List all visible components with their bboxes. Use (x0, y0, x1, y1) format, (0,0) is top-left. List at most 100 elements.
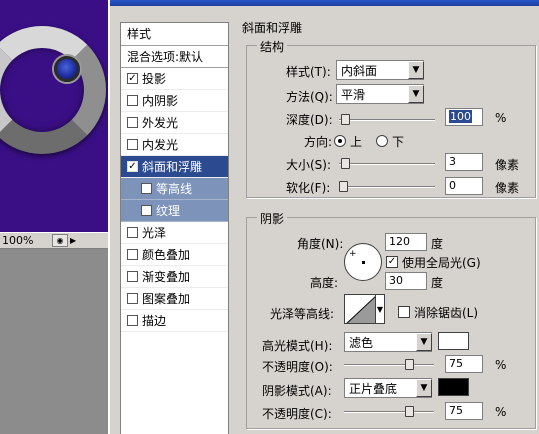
depth-slider-thumb[interactable] (341, 114, 350, 125)
size-input[interactable]: 3 (445, 153, 483, 171)
shadow-opacity-slider[interactable] (344, 406, 434, 417)
style-item-label: 内阴影 (142, 93, 179, 108)
style-label: 样式(T): (286, 65, 331, 79)
anti-aliased-checkbox[interactable] (398, 306, 410, 318)
linear-contour-icon (346, 296, 375, 323)
status-menu-arrow-icon[interactable]: ▶ (70, 236, 76, 245)
global-light-label[interactable]: 使用全局光(G) (402, 254, 481, 271)
soften-slider-thumb[interactable] (339, 181, 348, 192)
style-item-label: 纹理 (156, 203, 181, 218)
contour-menu-arrow-icon[interactable]: ▼ (375, 294, 385, 324)
style-list-item[interactable]: 描边 (121, 310, 228, 332)
shading-group: 阴影 角度(N): + 120 度 ✓ 使用全局光(G) 高度: 30 度 光泽… (246, 210, 536, 429)
size-slider[interactable] (339, 158, 435, 169)
highlight-mode-select[interactable]: 滤色 ▼ (344, 332, 432, 352)
style-list-item[interactable]: 内阴影 (121, 90, 228, 112)
angle-unit: 度 (431, 237, 444, 251)
style-list-item[interactable]: 外发光 (121, 112, 228, 134)
style-item-checkbox[interactable] (141, 183, 152, 194)
zoom-level[interactable]: 100% (0, 234, 48, 247)
style-item-label: 斜面和浮雕 (142, 159, 203, 174)
highlight-opacity-slider[interactable] (344, 359, 434, 370)
chevron-down-icon[interactable]: ▼ (408, 61, 424, 79)
shadow-mode-label: 阴影模式(A): (262, 384, 332, 398)
style-list: 样式 混合选项:默认 ✓ 投影内阴影外发光内发光 ✓ 斜面和浮雕等高线纹理光泽颜色叠加… (120, 22, 229, 434)
size-label: 大小(S): (286, 158, 332, 172)
angle-label: 角度(N): (297, 237, 344, 251)
style-list-item[interactable]: ✓ 斜面和浮雕 (121, 156, 228, 178)
gloss-contour-preview[interactable] (344, 294, 376, 324)
highlight-opacity-input[interactable]: 75 (445, 355, 483, 373)
highlight-opacity-label: 不透明度(O): (262, 360, 333, 374)
style-item-label: 图案叠加 (142, 291, 191, 306)
direction-down-radio[interactable] (376, 135, 388, 147)
document-canvas[interactable] (0, 0, 110, 232)
shadow-opacity-thumb[interactable] (405, 406, 414, 417)
style-list-item[interactable]: 颜色叠加 (121, 244, 228, 266)
shadow-opacity-label: 不透明度(C): (262, 407, 332, 421)
global-light-checkbox[interactable]: ✓ (386, 256, 398, 268)
style-list-item[interactable]: 光泽 (121, 222, 228, 244)
shadow-mode-select[interactable]: 正片叠底 ▼ (344, 378, 432, 398)
style-item-label: 等高线 (156, 181, 193, 196)
style-list-item[interactable]: ✓ 投影 (121, 68, 228, 90)
depth-slider[interactable] (339, 114, 435, 125)
depth-label: 深度(D): (286, 113, 333, 127)
angle-input[interactable]: 120 (385, 233, 427, 251)
shadow-opacity-input[interactable]: 75 (445, 402, 483, 420)
style-item-checkbox[interactable] (127, 227, 138, 238)
direction-up-label[interactable]: 上 (350, 133, 362, 150)
style-list-item[interactable]: 图案叠加 (121, 288, 228, 310)
technique-select-value: 平滑 (341, 87, 366, 102)
style-item-label: 颜色叠加 (142, 247, 191, 262)
crosshair-icon: + (349, 249, 357, 259)
shadow-color-swatch[interactable] (438, 378, 469, 396)
style-item-checkbox[interactable]: ✓ (127, 73, 138, 84)
document-status-bar: 100% ◉ ▶ (0, 232, 110, 249)
style-list-item[interactable]: 渐变叠加 (121, 266, 228, 288)
style-list-item[interactable]: 等高线 (121, 178, 228, 200)
style-item-checkbox[interactable] (127, 95, 138, 106)
depth-input[interactable]: 100 (445, 108, 483, 126)
style-item-checkbox[interactable] (127, 271, 138, 282)
soften-slider[interactable] (339, 181, 435, 192)
style-list-item[interactable]: 纹理 (121, 200, 228, 222)
style-item-checkbox[interactable] (127, 293, 138, 304)
altitude-label: 高度: (310, 276, 339, 290)
soften-input[interactable]: 0 (445, 177, 483, 195)
structure-legend: 结构 (257, 38, 288, 55)
style-item-label: 投影 (142, 71, 167, 86)
technique-select[interactable]: 平滑 ▼ (336, 84, 424, 104)
style-item-checkbox[interactable] (127, 139, 138, 150)
shading-legend: 阴影 (257, 210, 288, 227)
chevron-down-icon[interactable]: ▼ (416, 333, 432, 351)
status-info-icon[interactable]: ◉ (52, 234, 68, 247)
direction-up-radio[interactable] (334, 135, 346, 147)
size-slider-thumb[interactable] (341, 158, 350, 169)
anti-aliased-label[interactable]: 消除锯齿(L) (414, 304, 478, 321)
chevron-down-icon[interactable]: ▼ (416, 379, 432, 397)
style-list-header[interactable]: 样式 (121, 23, 228, 46)
technique-label: 方法(Q): (286, 90, 333, 104)
shadow-mode-value: 正片叠底 (349, 381, 398, 396)
style-list-item[interactable]: 内发光 (121, 134, 228, 156)
style-item-checkbox[interactable] (141, 205, 152, 216)
highlight-color-swatch[interactable] (438, 332, 469, 350)
highlight-opacity-unit: % (495, 358, 507, 372)
blend-options-item[interactable]: 混合选项:默认 (121, 46, 228, 68)
style-select-value: 内斜面 (341, 63, 378, 78)
style-item-checkbox[interactable]: ✓ (127, 161, 138, 172)
angle-dial[interactable]: + (344, 243, 382, 281)
style-select[interactable]: 内斜面 ▼ (336, 60, 424, 80)
style-item-checkbox[interactable] (127, 315, 138, 326)
altitude-input[interactable]: 30 (385, 272, 427, 290)
style-item-checkbox[interactable] (127, 117, 138, 128)
style-item-checkbox[interactable] (127, 249, 138, 260)
blue-knob-graphic (54, 56, 80, 82)
style-item-label: 外发光 (142, 115, 179, 130)
direction-down-label[interactable]: 下 (392, 133, 404, 150)
direction-label: 方向: (304, 135, 333, 149)
highlight-opacity-thumb[interactable] (405, 359, 414, 370)
metal-ring-graphic (0, 26, 106, 154)
chevron-down-icon[interactable]: ▼ (408, 85, 424, 103)
